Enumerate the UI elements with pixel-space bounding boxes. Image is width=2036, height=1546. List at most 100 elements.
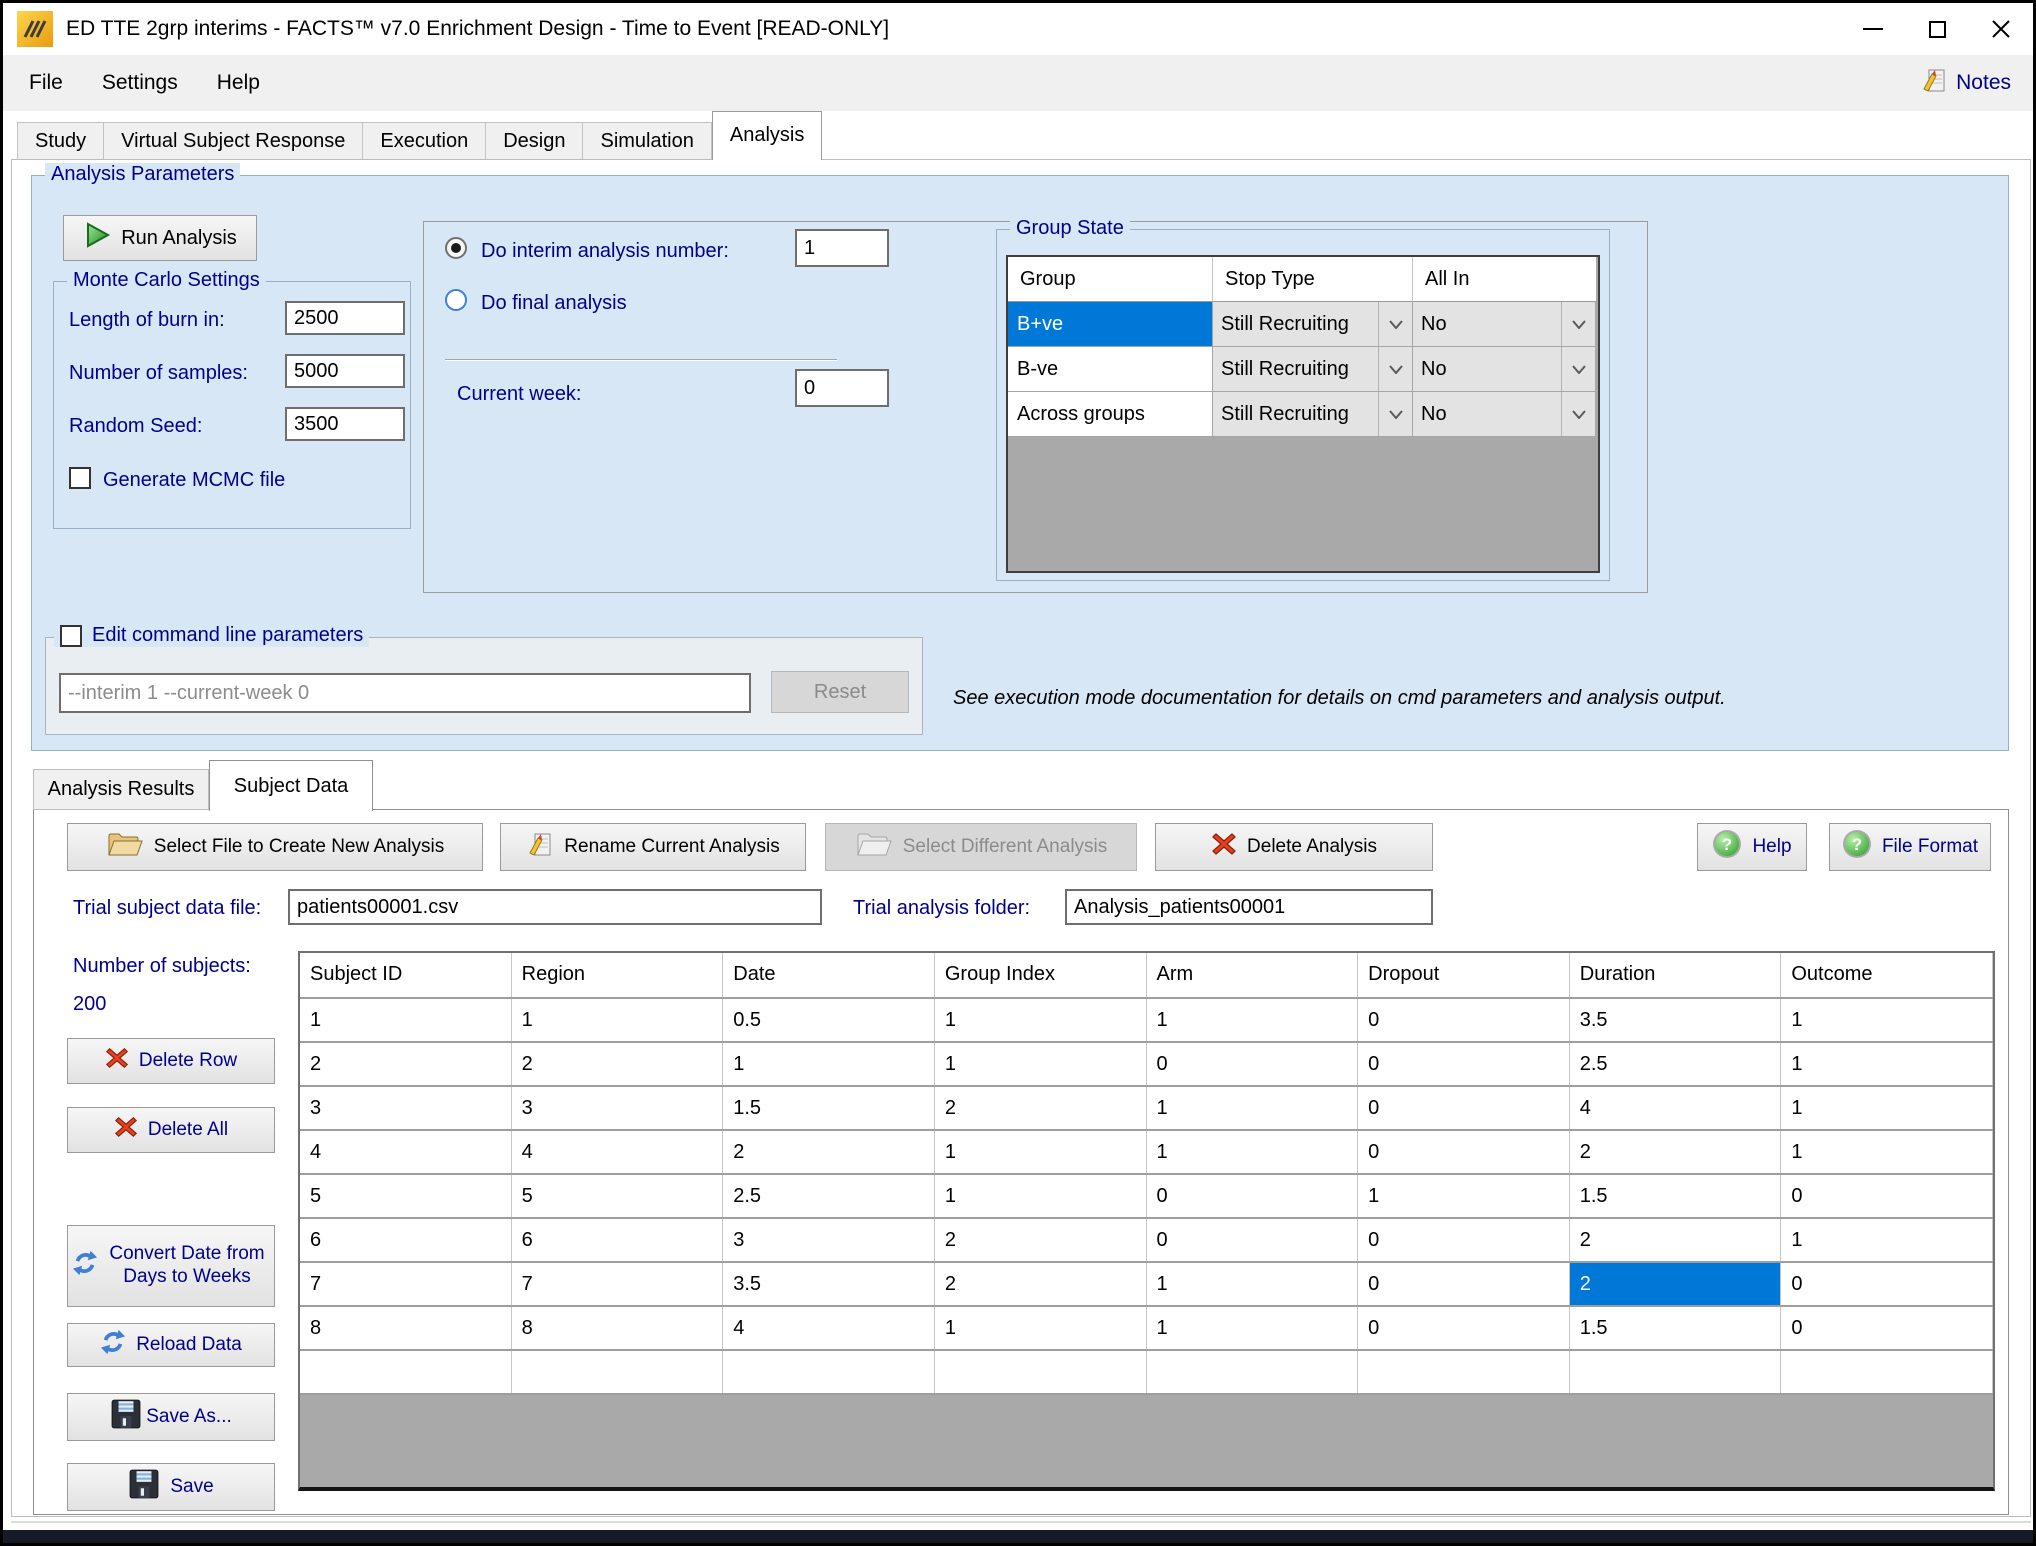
grid-cell[interactable]: 1	[1147, 1263, 1359, 1305]
grid-cell[interactable]: 1	[1147, 1131, 1359, 1173]
grid-cell[interactable]: 0	[1147, 1043, 1359, 1085]
stop-type-dropdown[interactable]: Still Recruiting	[1213, 302, 1413, 347]
grid-cell-empty[interactable]	[1147, 1351, 1359, 1393]
delete-all-button[interactable]: Delete All	[67, 1107, 275, 1153]
final-analysis-radio[interactable]	[445, 289, 467, 311]
grid-cell[interactable]: 0	[1358, 1087, 1570, 1129]
grid-cell[interactable]: 1	[935, 1175, 1147, 1217]
close-button[interactable]	[1969, 3, 2033, 55]
generate-mcmc-checkbox[interactable]	[69, 467, 91, 489]
tab-execution[interactable]: Execution	[363, 122, 486, 160]
chevron-down-icon[interactable]	[1561, 302, 1595, 346]
grid-cell[interactable]: 1	[1781, 1219, 1993, 1261]
grid-cell[interactable]: 4	[723, 1307, 935, 1349]
save-button[interactable]: Save	[67, 1463, 275, 1511]
file-format-button[interactable]: ? File Format	[1829, 823, 1991, 871]
grid-cell[interactable]: 1	[1781, 1131, 1993, 1173]
grid-cell-empty[interactable]	[1781, 1351, 1993, 1393]
menu-settings[interactable]: Settings	[89, 71, 191, 95]
delete-analysis-button[interactable]: Delete Analysis	[1155, 823, 1433, 871]
grid-cell[interactable]: 6	[300, 1219, 512, 1261]
tab-subject-data[interactable]: Subject Data	[209, 760, 373, 811]
grid-cell[interactable]: 0	[1358, 1307, 1570, 1349]
select-file-new-analysis-button[interactable]: Select File to Create New Analysis	[67, 823, 483, 871]
chevron-down-icon[interactable]	[1561, 392, 1595, 436]
grid-cell[interactable]: 8	[512, 1307, 724, 1349]
burn-in-input[interactable]	[285, 301, 405, 335]
grid-cell[interactable]: 1	[723, 1043, 935, 1085]
grid-cell[interactable]: 0	[1781, 1263, 1993, 1305]
grid-cell[interactable]: 3.5	[1570, 999, 1782, 1041]
grid-cell[interactable]: 1	[1358, 1175, 1570, 1217]
grid-cell[interactable]: 0	[1147, 1219, 1359, 1261]
chevron-down-icon[interactable]	[1378, 302, 1412, 346]
group-cell[interactable]: B+ve	[1008, 302, 1213, 347]
tab-study[interactable]: Study	[17, 122, 104, 160]
grid-cell[interactable]: 2.5	[723, 1175, 935, 1217]
help-button[interactable]: ? Help	[1697, 823, 1807, 871]
stop-type-dropdown[interactable]: Still Recruiting	[1213, 347, 1413, 392]
grid-cell[interactable]: 8	[300, 1307, 512, 1349]
grid-cell[interactable]: 1	[935, 1307, 1147, 1349]
interim-number-input[interactable]	[795, 229, 889, 267]
grid-cell[interactable]: 2	[1570, 1219, 1782, 1261]
interim-analysis-radio[interactable]	[445, 237, 467, 259]
grid-cell[interactable]: 1.5	[1570, 1307, 1782, 1349]
grid-cell[interactable]: 1.5	[1570, 1175, 1782, 1217]
grid-cell[interactable]: 5	[300, 1175, 512, 1217]
grid-column-header-date[interactable]: Date	[723, 953, 935, 997]
grid-column-header-group-index[interactable]: Group Index	[935, 953, 1147, 997]
grid-cell[interactable]: 2	[512, 1043, 724, 1085]
grid-cell[interactable]: 1	[1781, 1043, 1993, 1085]
grid-cell[interactable]: 1	[935, 1131, 1147, 1173]
cmd-params-input[interactable]	[59, 673, 751, 713]
chevron-down-icon[interactable]	[1561, 347, 1595, 391]
all-in-dropdown[interactable]: No	[1413, 392, 1596, 437]
grid-cell[interactable]: 4	[512, 1131, 724, 1173]
grid-cell[interactable]: 7	[300, 1263, 512, 1305]
grid-cell[interactable]: 0	[1358, 1263, 1570, 1305]
grid-cell-empty[interactable]	[723, 1351, 935, 1393]
stop-type-dropdown[interactable]: Still Recruiting	[1213, 392, 1413, 437]
grid-cell[interactable]: 1	[935, 1043, 1147, 1085]
grid-column-header-duration[interactable]: Duration	[1570, 953, 1782, 997]
tab-analysis-results[interactable]: Analysis Results	[33, 769, 209, 810]
select-different-analysis-button[interactable]: Select Different Analysis	[825, 823, 1137, 871]
grid-cell[interactable]: 3.5	[723, 1263, 935, 1305]
grid-cell[interactable]: 5	[512, 1175, 724, 1217]
tab-analysis[interactable]: Analysis	[712, 111, 822, 160]
grid-cell[interactable]: 7	[512, 1263, 724, 1305]
maximize-button[interactable]	[1905, 3, 1969, 55]
grid-column-header-dropout[interactable]: Dropout	[1358, 953, 1570, 997]
chevron-down-icon[interactable]	[1378, 347, 1412, 391]
grid-cell[interactable]: 2	[1570, 1131, 1782, 1173]
grid-cell-empty[interactable]	[935, 1351, 1147, 1393]
grid-cell-empty[interactable]	[1358, 1351, 1570, 1393]
grid-cell[interactable]: 0	[1781, 1307, 1993, 1349]
grid-column-header-arm[interactable]: Arm	[1147, 953, 1359, 997]
grid-cell[interactable]: 2	[1570, 1263, 1782, 1305]
grid-cell[interactable]: 1.5	[723, 1087, 935, 1129]
grid-cell[interactable]: 2	[935, 1263, 1147, 1305]
trial-data-file-input[interactable]	[288, 889, 822, 925]
rename-analysis-button[interactable]: Rename Current Analysis	[500, 823, 806, 871]
grid-cell[interactable]: 4	[1570, 1087, 1782, 1129]
grid-cell-empty[interactable]	[300, 1351, 512, 1393]
random-seed-input[interactable]	[285, 407, 405, 441]
grid-cell[interactable]: 0	[1358, 1131, 1570, 1173]
num-samples-input[interactable]	[285, 354, 405, 388]
grid-cell[interactable]: 1	[1147, 1307, 1359, 1349]
all-in-dropdown[interactable]: No	[1413, 302, 1596, 347]
grid-cell[interactable]: 1	[1147, 1087, 1359, 1129]
reset-button[interactable]: Reset	[771, 671, 909, 713]
grid-cell[interactable]: 2	[300, 1043, 512, 1085]
minimize-button[interactable]	[1841, 3, 1905, 55]
grid-cell[interactable]: 0	[1358, 1219, 1570, 1261]
grid-cell[interactable]: 2.5	[1570, 1043, 1782, 1085]
grid-cell[interactable]: 0	[1358, 1043, 1570, 1085]
delete-row-button[interactable]: Delete Row	[67, 1038, 275, 1084]
grid-cell[interactable]: 6	[512, 1219, 724, 1261]
menu-help[interactable]: Help	[204, 71, 273, 95]
chevron-down-icon[interactable]	[1378, 392, 1412, 436]
grid-cell[interactable]: 1	[1781, 999, 1993, 1041]
